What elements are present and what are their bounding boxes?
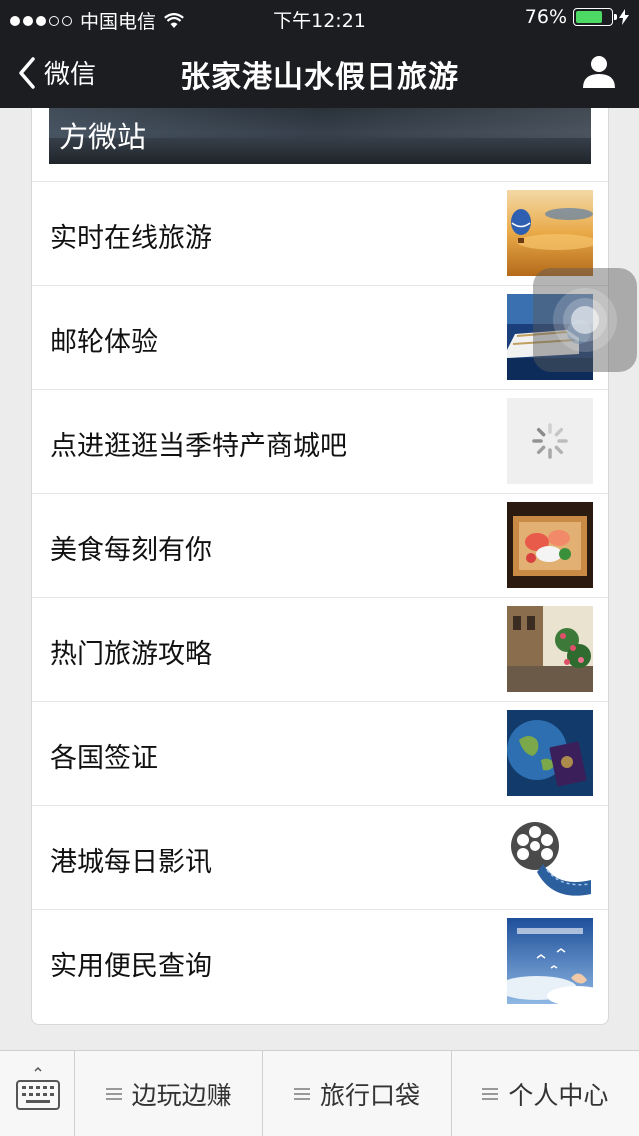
street-flowers-image [507, 606, 593, 692]
list-item-label: 热门旅游攻略 [50, 639, 212, 670]
menu-item-travel-pocket[interactable]: 旅行口袋 [263, 1051, 452, 1136]
menu-item-personal-center[interactable]: 个人中心 [452, 1051, 639, 1136]
keyboard-toggle-button[interactable] [0, 1051, 75, 1136]
banner-text: 方微站 [59, 120, 147, 154]
keyboard-icon [16, 1066, 60, 1110]
status-bar: 中国电信 下午12:21 76% [0, 0, 639, 36]
hot-air-balloon-sunset-image [507, 190, 593, 276]
nav-bar: 微信 张家港山水假日旅游 [0, 36, 639, 108]
menu-item-label: 个人中心 [508, 1080, 609, 1110]
list-item-label: 实时在线旅游 [50, 223, 212, 254]
film-reel-image [507, 814, 593, 900]
loading-spinner-icon [507, 398, 593, 484]
list-item-label: 邮轮体验 [50, 327, 158, 358]
list-item[interactable]: 各国签证 [32, 701, 608, 805]
list-item-label: 各国签证 [50, 743, 158, 774]
assistive-touch-button[interactable] [533, 268, 637, 372]
menu-lines-icon [293, 1087, 310, 1100]
list-item[interactable]: 美食每刻有你 [32, 493, 608, 597]
battery-percent: 76% [524, 6, 567, 28]
menu-item-play-earn[interactable]: 边玩边赚 [75, 1051, 264, 1136]
list-item[interactable]: 点进逛逛当季特产商城吧 [32, 389, 608, 493]
list-item[interactable]: 热门旅游攻略 [32, 597, 608, 701]
menu-lines-icon [482, 1087, 499, 1100]
sashimi-platter-image [507, 502, 593, 588]
battery-icon [573, 8, 617, 26]
list-item[interactable]: 邮轮体验 [32, 285, 608, 389]
menu-lines-icon [105, 1087, 122, 1100]
menu-card: 方微站 实时在线旅游 邮轮体验 点进逛逛当季特产商城吧 美食每刻有你 热门旅游攻… [31, 108, 609, 1025]
person-icon[interactable] [581, 54, 617, 88]
list-item[interactable]: 实时在线旅游 [32, 181, 608, 285]
list-item[interactable]: 港城每日影讯 [32, 805, 608, 909]
sky-birds-image [507, 918, 593, 1004]
menu-item-label: 边玩边赚 [131, 1080, 232, 1110]
charging-icon [619, 9, 629, 25]
bottom-menu: 边玩边赚 旅行口袋 个人中心 [0, 1050, 639, 1136]
list-item[interactable]: 实用便民查询 [32, 909, 608, 1013]
globe-passport-image [507, 710, 593, 796]
list-item-label: 港城每日影讯 [50, 847, 212, 878]
banner-image[interactable]: 方微站 [49, 108, 591, 164]
list-item-label: 美食每刻有你 [50, 535, 212, 566]
list-item-label: 实用便民查询 [50, 951, 212, 982]
menu-item-label: 旅行口袋 [319, 1080, 420, 1110]
top-bar: 中国电信 下午12:21 76% 微信 张家港山水假日旅游 [0, 0, 639, 108]
menu-list: 实时在线旅游 邮轮体验 点进逛逛当季特产商城吧 美食每刻有你 热门旅游攻略 各国… [32, 181, 608, 1013]
list-item-label: 点进逛逛当季特产商城吧 [50, 431, 347, 462]
page-title: 张家港山水假日旅游 [180, 60, 459, 95]
